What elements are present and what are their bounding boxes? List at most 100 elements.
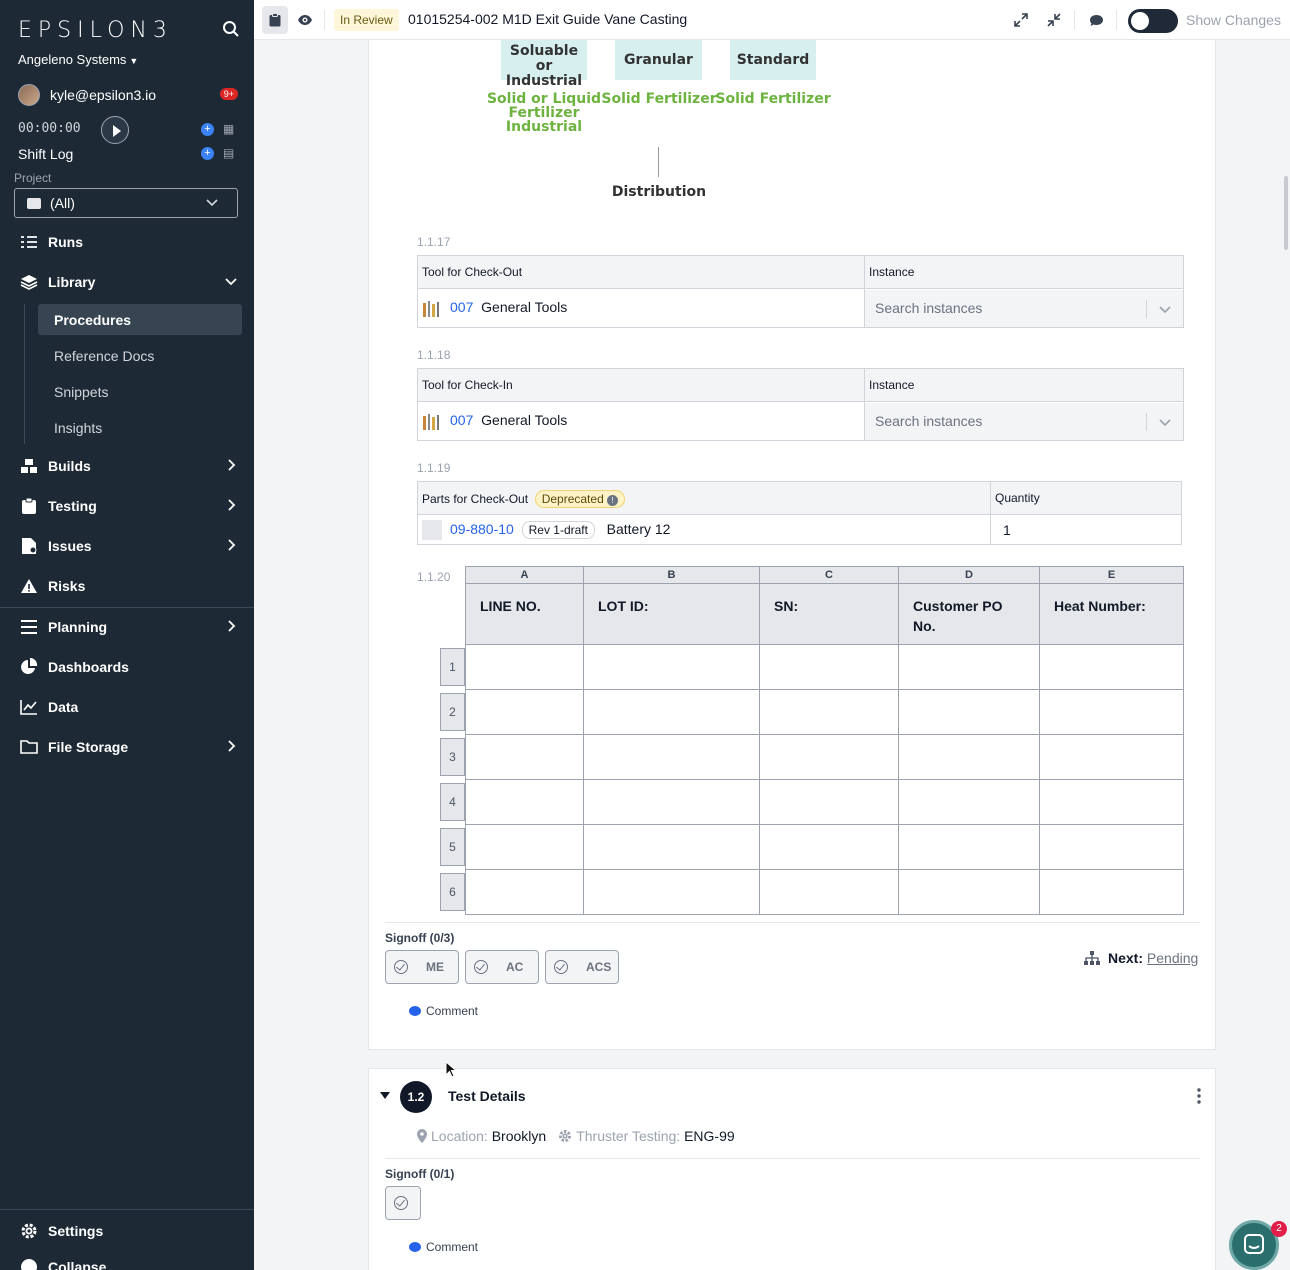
grid-cell[interactable] <box>898 734 1040 780</box>
grid-cell[interactable] <box>583 779 760 825</box>
grid-cell[interactable] <box>759 779 899 825</box>
grid-cell[interactable] <box>583 644 760 690</box>
tool-link[interactable]: 007 General Tools <box>450 412 567 428</box>
shift-log-link[interactable]: Shift Log <box>18 146 73 162</box>
avatar <box>18 84 40 106</box>
chevron-right-icon <box>228 499 236 511</box>
nav-testing[interactable]: Testing <box>0 489 254 523</box>
book-icon[interactable]: ▤ <box>223 147 236 160</box>
nav-file-storage[interactable]: File Storage <box>0 730 254 764</box>
grid-icon[interactable]: ▦ <box>223 123 236 136</box>
chevron-right-icon <box>228 539 236 551</box>
grid-cell[interactable] <box>898 869 1040 915</box>
grid-cell[interactable] <box>465 869 584 915</box>
grid-cell[interactable] <box>1039 689 1184 735</box>
grid-cell[interactable] <box>898 644 1040 690</box>
more-vertical-icon[interactable] <box>1197 1088 1201 1104</box>
check-circle-icon <box>474 960 488 974</box>
nav-planning[interactable]: Planning <box>0 610 254 644</box>
chevron-down-icon[interactable] <box>1158 302 1172 316</box>
nav-collapse[interactable]: Collapse <box>0 1250 254 1270</box>
nav-insights[interactable]: Insights <box>38 412 242 443</box>
table-header <box>418 369 1183 402</box>
nav-risks[interactable]: Risks <box>0 569 254 603</box>
grid-cell[interactable] <box>1039 824 1184 870</box>
nav-data[interactable]: Data <box>0 690 254 724</box>
eye-icon <box>298 15 312 25</box>
nav-runs[interactable]: Runs <box>0 225 254 259</box>
grid-cell[interactable] <box>465 734 584 780</box>
grid-cell[interactable] <box>898 779 1040 825</box>
search-icon[interactable] <box>222 20 240 38</box>
add-shift-log-icon[interactable]: + <box>201 147 214 160</box>
section-metadata: Location: Brooklyn Thruster Testing: ENG… <box>417 1128 735 1144</box>
column-header: Tool for Check-Out <box>422 265 523 279</box>
grid-cell[interactable] <box>898 824 1040 870</box>
collapse-all-button[interactable] <box>1041 6 1067 34</box>
grid-cell[interactable] <box>583 689 760 735</box>
caret-down-icon[interactable] <box>380 1092 390 1100</box>
flow-box-granular: Granular <box>615 40 702 80</box>
flow-box-soluable: Soluable or Industrial <box>501 40 587 89</box>
nav-snippets[interactable]: Snippets <box>38 376 242 407</box>
grid-cell[interactable] <box>759 644 899 690</box>
tool-checkin-table: Tool for Check-In Instance 007 General T… <box>417 368 1184 441</box>
comment-icon <box>409 1242 421 1252</box>
expand-all-button[interactable] <box>1008 6 1034 34</box>
show-changes-toggle[interactable] <box>1128 9 1178 33</box>
grid-cell[interactable] <box>583 869 760 915</box>
signoff-acs-button[interactable]: ACS <box>545 950 619 984</box>
nav-library[interactable]: Library <box>0 265 254 299</box>
grid-cell[interactable] <box>759 689 899 735</box>
nav-dashboards[interactable]: Dashboards <box>0 650 254 684</box>
top-bar: In Review 01015254-002 M1D Exit Guide Va… <box>254 0 1290 40</box>
comment-button[interactable]: Comment <box>409 1004 478 1018</box>
revision-badge: Rev 1-draft <box>521 521 595 539</box>
grid-cell[interactable] <box>465 824 584 870</box>
grid-cell[interactable] <box>1039 644 1184 690</box>
grid-cell[interactable] <box>583 824 760 870</box>
quantity-value[interactable]: 1 <box>1003 522 1011 538</box>
procedure-view-button[interactable] <box>262 6 288 34</box>
user-menu[interactable]: kyle@epsilon3.io 9+ <box>18 84 240 106</box>
grid-cell[interactable] <box>465 689 584 735</box>
nav-procedures[interactable]: Procedures <box>38 304 242 335</box>
comments-button[interactable] <box>1083 6 1109 34</box>
signoff-button[interactable] <box>385 1186 421 1220</box>
grid-cell[interactable] <box>583 734 760 780</box>
scrollbar-thumb[interactable] <box>1284 176 1288 250</box>
flow-output-solid: Solid Fertilizer <box>715 91 831 107</box>
nav-issues[interactable]: Issues <box>0 529 254 563</box>
next-pending-link[interactable]: Pending <box>1147 950 1198 966</box>
grid-cell[interactable] <box>759 824 899 870</box>
section-title: Test Details <box>448 1088 526 1104</box>
step-number: 1.1.19 <box>417 461 451 475</box>
chevron-down-icon[interactable] <box>1158 415 1172 429</box>
signoff-me-button[interactable]: ME <box>385 950 459 984</box>
add-timer-icon[interactable]: + <box>201 123 214 136</box>
nav-reference-docs[interactable]: Reference Docs <box>38 340 242 371</box>
comment-button[interactable]: Comment <box>409 1240 478 1254</box>
signoff-ac-button[interactable]: AC <box>465 950 539 984</box>
grid-cell[interactable] <box>759 734 899 780</box>
grid-cell[interactable] <box>1039 779 1184 825</box>
timer-play-button[interactable] <box>101 116 129 144</box>
nav-settings[interactable]: Settings <box>0 1214 254 1248</box>
project-select[interactable]: (All) <box>14 188 238 218</box>
submenu-guide <box>24 304 25 444</box>
menu-icon <box>20 618 38 636</box>
grid-cell[interactable] <box>759 869 899 915</box>
app-logo[interactable]: EPSILON3 <box>18 18 173 43</box>
notification-badge[interactable]: 9+ <box>219 88 238 100</box>
org-switcher[interactable]: Angeleno Systems ▼ <box>18 52 138 67</box>
grid-cell[interactable] <box>1039 869 1184 915</box>
grid-cell[interactable] <box>1039 734 1184 780</box>
grid-cell[interactable] <box>898 689 1040 735</box>
grid-cell[interactable] <box>465 644 584 690</box>
part-link[interactable]: 09-880-10 Rev 1-draft Battery 12 <box>450 521 670 539</box>
nav-builds[interactable]: Builds <box>0 449 254 483</box>
nav-divider <box>0 607 254 608</box>
tool-link[interactable]: 007 General Tools <box>450 299 567 315</box>
grid-cell[interactable] <box>465 779 584 825</box>
preview-button[interactable] <box>292 6 318 34</box>
